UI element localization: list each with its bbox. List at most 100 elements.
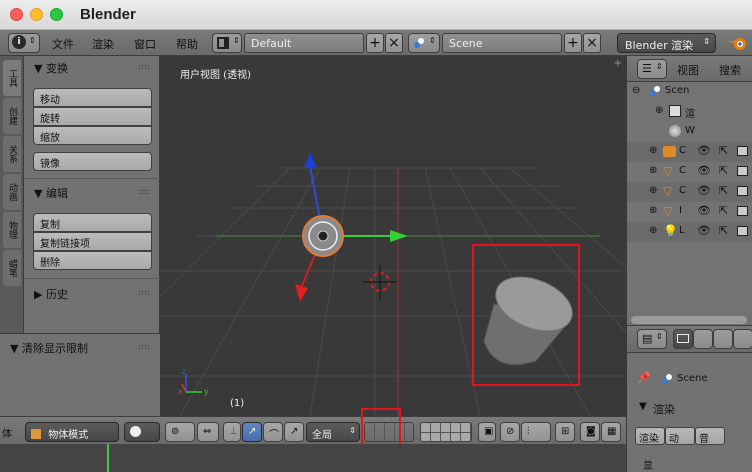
- cursor-select-icon[interactable]: ⇱: [719, 204, 728, 217]
- lock-layers-button[interactable]: ▣: [478, 422, 496, 442]
- menu-window[interactable]: 窗口: [134, 36, 156, 52]
- pivot-point-selector[interactable]: ⊚: [165, 422, 195, 442]
- outliner-row-object[interactable]: ⊕ ▽ I 👁 ⇱: [627, 202, 752, 222]
- render-toggle-icon[interactable]: [737, 226, 748, 236]
- expand-plus-icon[interactable]: ⊕: [655, 105, 663, 116]
- rotate-manipulator-button[interactable]: ↗: [242, 422, 262, 442]
- scene-tab-button[interactable]: [713, 329, 733, 349]
- outliner-editor-type[interactable]: ☰ ⇕: [637, 59, 667, 79]
- tab-tools[interactable]: 工具: [3, 60, 21, 96]
- outliner-row-lamp[interactable]: ⊕ 💡 L 👁 ⇱: [627, 222, 752, 242]
- eye-icon[interactable]: 👁: [697, 184, 711, 197]
- move-button[interactable]: 移动: [33, 88, 152, 107]
- proportional-edit-button[interactable]: ⊘: [500, 422, 520, 442]
- expand-plus-icon[interactable]: ⊕: [649, 165, 657, 176]
- menu-help[interactable]: 帮助: [176, 36, 198, 52]
- menu-render[interactable]: 渲染: [92, 36, 114, 52]
- panel-grip-icon[interactable]: [138, 344, 150, 349]
- outliner-row-camera[interactable]: ⊕ C 👁 ⇱: [627, 142, 752, 162]
- remove-scene-button[interactable]: ×: [583, 33, 601, 53]
- render-image-button[interactable]: 渲染: [635, 427, 665, 445]
- eye-icon[interactable]: 👁: [697, 224, 711, 237]
- tab-create[interactable]: 创建: [3, 98, 21, 134]
- render-opengl-button[interactable]: ◙: [580, 422, 600, 442]
- delete-button[interactable]: 删除: [33, 251, 152, 270]
- mirror-button[interactable]: 镜像: [33, 152, 152, 171]
- cursor-select-icon[interactable]: ⇱: [719, 184, 728, 197]
- 3d-viewport[interactable]: z y x 用户视图 (透视) (1) +: [160, 56, 626, 416]
- minimize-window-button[interactable]: [30, 8, 43, 21]
- collapse-minus-icon[interactable]: ⊖: [632, 85, 640, 96]
- render-toggle-icon[interactable]: [737, 206, 748, 216]
- timeline-area[interactable]: [0, 444, 626, 472]
- layer-buttons-group-2[interactable]: [420, 422, 472, 442]
- transform-orientation-selector[interactable]: 全局 ⇕: [306, 422, 360, 442]
- expand-plus-icon[interactable]: ⊕: [649, 225, 657, 236]
- panel-grip-icon[interactable]: [138, 290, 150, 295]
- duplicate-button[interactable]: 复制: [33, 213, 152, 232]
- viewport-shading-selector[interactable]: [124, 422, 160, 442]
- expand-plus-icon[interactable]: ⊕: [649, 205, 657, 216]
- add-region-icon[interactable]: +: [614, 58, 622, 69]
- manipulator-toggle[interactable]: ⇔: [197, 422, 219, 442]
- outliner-row-scene[interactable]: ⊖ Scen: [627, 82, 752, 102]
- snap-element-button[interactable]: ⊞: [555, 422, 575, 442]
- expand-plus-icon[interactable]: ⊕: [649, 185, 657, 196]
- duplicate-linked-button[interactable]: 复制链接项: [33, 232, 152, 251]
- panel-grip-icon[interactable]: [138, 189, 150, 194]
- eye-icon[interactable]: 👁: [697, 204, 711, 217]
- tab-relations[interactable]: 关系: [3, 136, 21, 172]
- world-tab-button[interactable]: [733, 329, 752, 349]
- close-window-button[interactable]: [10, 8, 23, 21]
- cursor-select-icon[interactable]: ⇱: [719, 144, 728, 157]
- render-layers-tab-button[interactable]: [693, 329, 713, 349]
- scale-manipulator-button[interactable]: ⌒: [263, 422, 283, 442]
- rotate-button[interactable]: 旋转: [33, 107, 152, 126]
- render-audio-button[interactable]: 音: [695, 427, 725, 445]
- current-frame-marker[interactable]: [107, 444, 109, 472]
- panel-grip-icon[interactable]: [138, 64, 150, 69]
- z-arrow-head[interactable]: [304, 152, 317, 168]
- zoom-window-button[interactable]: [50, 8, 63, 21]
- eye-icon[interactable]: 👁: [697, 144, 711, 157]
- scale-button[interactable]: 缩放: [33, 126, 152, 145]
- snap-selector[interactable]: ⫶: [521, 422, 551, 442]
- outliner-scrollbar[interactable]: [631, 316, 747, 324]
- expand-plus-icon[interactable]: ⊕: [649, 145, 657, 156]
- render-toggle-icon[interactable]: [737, 166, 748, 176]
- menu-file[interactable]: 文件: [52, 36, 74, 52]
- editor-type-button[interactable]: i ⇕: [8, 33, 40, 53]
- translate-manipulator-button[interactable]: ⊥: [223, 422, 241, 442]
- pin-icon[interactable]: 📌: [637, 371, 651, 384]
- outliner-row-object[interactable]: ⊕ ▽ C 👁 ⇱: [627, 182, 752, 202]
- outliner-row-world[interactable]: W: [627, 122, 752, 142]
- outliner-row-render-layers[interactable]: ⊕ 渲: [627, 102, 752, 122]
- outliner-view-menu[interactable]: 视图: [677, 62, 699, 78]
- render-toggle-icon[interactable]: [737, 146, 748, 156]
- render-engine-selector[interactable]: Blender 渲染 ⇕: [617, 33, 716, 53]
- add-layout-button[interactable]: +: [366, 33, 384, 53]
- tab-grease-pencil[interactable]: 蜡笔: [3, 250, 21, 286]
- screen-layout-selector[interactable]: ⇕: [212, 33, 242, 53]
- add-scene-button[interactable]: +: [564, 33, 582, 53]
- y-arrow-head[interactable]: [390, 230, 408, 242]
- object-mode-selector[interactable]: 物体模式: [25, 422, 119, 442]
- render-animation-button[interactable]: 动: [665, 427, 695, 445]
- render-panel-title[interactable]: 渲染: [653, 401, 675, 417]
- render-opengl-anim-button[interactable]: ▦: [601, 422, 621, 442]
- cursor-select-icon[interactable]: ⇱: [719, 224, 728, 237]
- clear-limit-panel-header[interactable]: ▼ 清除显示限制: [0, 336, 160, 358]
- view-menu-label[interactable]: 体: [2, 425, 12, 440]
- tab-animation[interactable]: 动画: [3, 174, 21, 210]
- scene-selector[interactable]: ⇕: [408, 33, 440, 53]
- transform-space-button[interactable]: ↗: [284, 422, 304, 442]
- properties-editor-type[interactable]: ▤ ⇕: [637, 329, 667, 349]
- scene-name-field[interactable]: Scene: [442, 33, 562, 53]
- manipulator-center[interactable]: [317, 230, 329, 242]
- screen-layout-field[interactable]: Default: [244, 33, 364, 53]
- cursor-select-icon[interactable]: ⇱: [719, 164, 728, 177]
- render-tab-button[interactable]: [673, 329, 693, 349]
- outliner-row-object[interactable]: ⊕ ▽ C 👁 ⇱: [627, 162, 752, 182]
- edit-panel-header[interactable]: ▼ 编辑: [24, 181, 160, 203]
- history-panel-header[interactable]: ▶ 历史: [24, 282, 160, 304]
